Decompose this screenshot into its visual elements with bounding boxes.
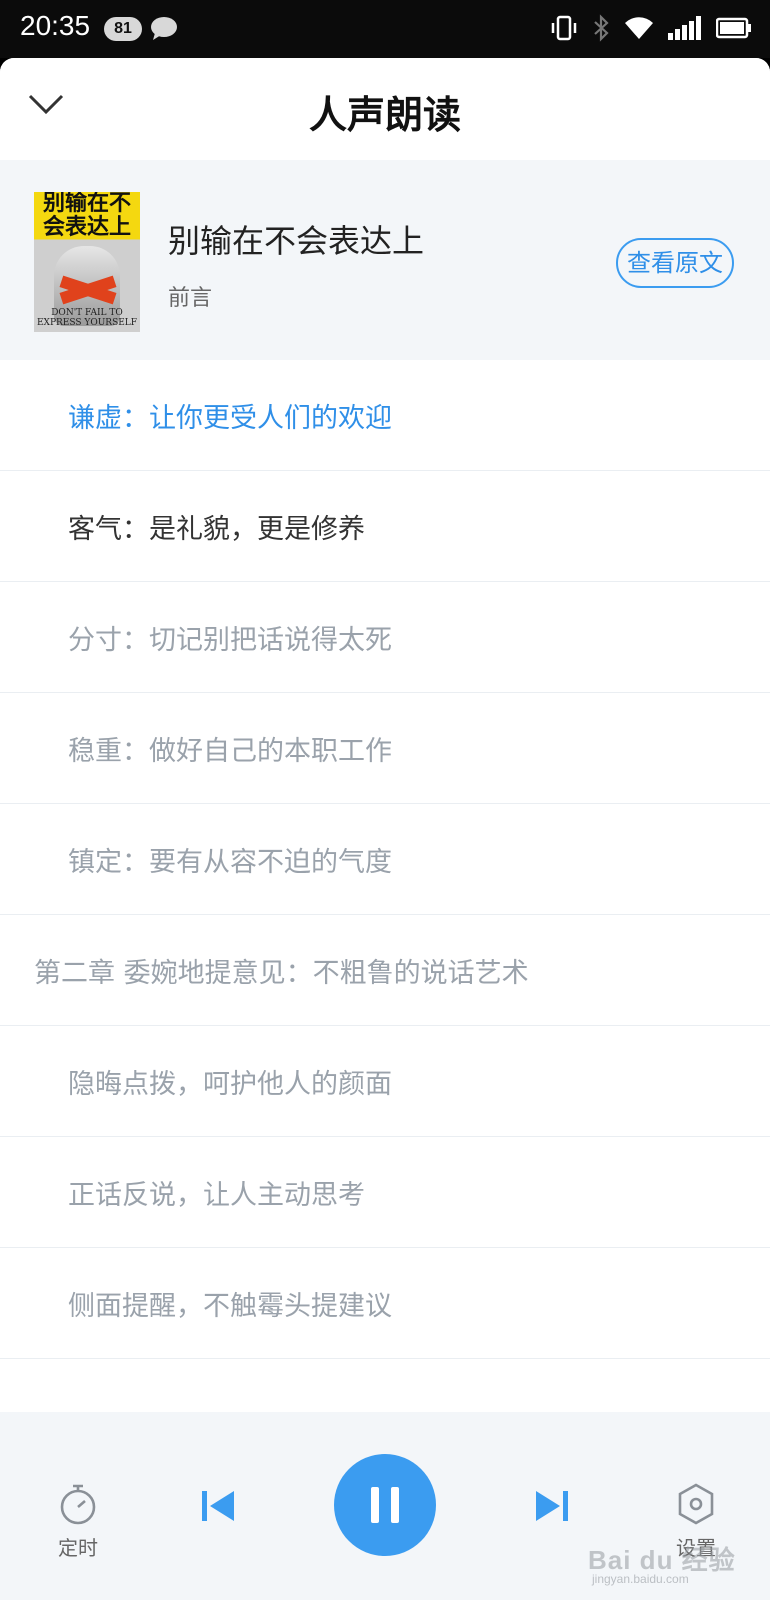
wifi-icon bbox=[624, 15, 654, 45]
next-chapter-button[interactable] bbox=[532, 1486, 572, 1530]
chapter-item[interactable]: 镇定：要有从容不迫的气度 bbox=[0, 804, 770, 915]
chapter-item[interactable]: 正话反说，让人主动思考 bbox=[0, 1137, 770, 1248]
header: 人声朗读 bbox=[0, 58, 770, 160]
bluetooth-icon bbox=[592, 14, 610, 46]
chapter-item[interactable]: 稳重：做好自己的本职工作 bbox=[0, 693, 770, 804]
stopwatch-icon bbox=[57, 1484, 99, 1530]
hexagon-settings-icon bbox=[676, 1483, 716, 1530]
book-cover[interactable]: 别输在不会表达上 DON'T FAIL TO EXPRESS YOURSELF bbox=[34, 192, 140, 332]
chapter-heading[interactable]: 第二章 委婉地提意见：不粗鲁的说话艺术 bbox=[0, 915, 770, 1026]
timer-button[interactable]: 定时 bbox=[50, 1482, 106, 1561]
notification-badge: 81 bbox=[104, 17, 142, 41]
previous-chapter-button[interactable] bbox=[198, 1486, 238, 1530]
book-title: 别输在不会表达上 bbox=[168, 222, 425, 260]
pause-button[interactable] bbox=[334, 1454, 436, 1556]
chapter-item[interactable]: 分寸：切记别把话说得太死 bbox=[0, 582, 770, 693]
page-title: 人声朗读 bbox=[308, 92, 461, 137]
chapter-item[interactable]: 谦虚：让你更受人们的欢迎 bbox=[0, 360, 770, 471]
voice-reading-sheet: 人声朗读 别输在不会表达上 DON'T FAIL TO EXPRESS YOUR… bbox=[0, 58, 770, 1600]
baidu-watermark-url: jingyan.baidu.com bbox=[592, 1572, 689, 1586]
book-info-card: 别输在不会表达上 DON'T FAIL TO EXPRESS YOURSELF … bbox=[0, 160, 770, 360]
skip-next-icon bbox=[532, 1491, 572, 1530]
cover-title: 别输在不会表达上 bbox=[42, 192, 131, 240]
vibrate-icon bbox=[550, 14, 578, 46]
status-bar: 20:35 81 bbox=[0, 0, 770, 58]
player-controls: 定时 设置 Bai du 经验 jingyan.baidu.com bbox=[0, 1412, 770, 1600]
signal-icon bbox=[668, 16, 702, 44]
battery-icon bbox=[715, 17, 752, 43]
skip-previous-icon bbox=[198, 1491, 238, 1530]
cover-subtitle: DON'T FAIL TO EXPRESS YOURSELF bbox=[36, 308, 138, 328]
status-time: 20:35 bbox=[20, 10, 91, 41]
chat-bubble-icon bbox=[150, 15, 178, 45]
chapter-item[interactable]: 侧面提醒，不触霉头提建议 bbox=[0, 1248, 770, 1359]
timer-label: 定时 bbox=[58, 1536, 98, 1560]
pause-icon bbox=[334, 1487, 436, 1560]
chapter-list: 谦虚：让你更受人们的欢迎 客气：是礼貌，更是修养 分寸：切记别把话说得太死 稳重… bbox=[0, 360, 770, 1359]
view-original-button[interactable]: 查看原文 bbox=[616, 238, 734, 288]
chapter-item[interactable]: 客气：是礼貌，更是修养 bbox=[0, 471, 770, 582]
chapter-item[interactable]: 隐晦点拨，呵护他人的颜面 bbox=[0, 1026, 770, 1137]
current-chapter: 前言 bbox=[168, 286, 213, 311]
